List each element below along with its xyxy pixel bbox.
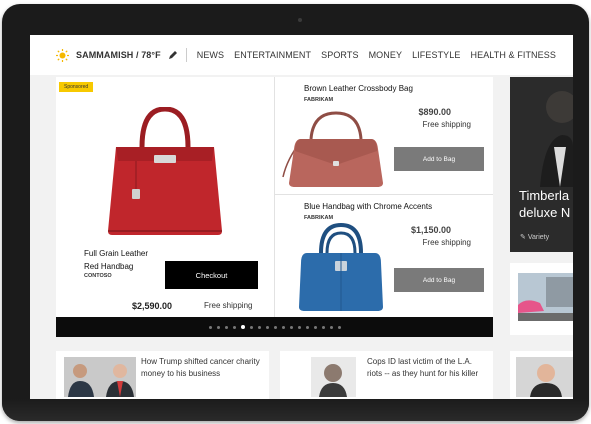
carousel-dot[interactable] — [257, 325, 261, 329]
product-card-brown-bag[interactable]: Brown Leather Crossbody Bag FABRIKAM $89… — [275, 77, 493, 195]
sun-weather-icon[interactable] — [56, 48, 69, 62]
brown-crossbody-bag-image[interactable] — [281, 109, 391, 191]
side-headline-line2: deluxe N — [519, 205, 571, 220]
carousel-dot[interactable] — [216, 325, 220, 329]
nav-sports[interactable]: SPORTS — [321, 50, 358, 60]
carousel-dot[interactable] — [313, 325, 317, 329]
news-headline[interactable]: Cops ID last victim of the L.A. riots --… — [367, 356, 489, 380]
news-card-partial[interactable] — [510, 351, 573, 399]
carousel-dot[interactable] — [305, 325, 309, 329]
product-shipping: Free shipping — [422, 238, 471, 247]
featured-product-title[interactable]: Full Grain Leather Red Handbag — [84, 247, 174, 273]
side-headline-line1: Timberla — [519, 188, 570, 203]
carousel-dot[interactable] — [232, 325, 236, 329]
nav-news[interactable]: NEWS — [197, 50, 224, 60]
source-pen-icon: ✎ — [520, 234, 526, 241]
nav-divider — [185, 48, 187, 62]
nav-lifestyle[interactable]: LIFESTYLE — [412, 50, 460, 60]
featured-title-line1: Full Grain Leather — [84, 249, 149, 258]
checkout-button[interactable]: Checkout — [165, 261, 258, 289]
top-navigation: SAMMAMISH / 78°F NEWS ENTERTAINMENT SPOR… — [30, 35, 573, 75]
news-photo — [311, 357, 356, 397]
browser-screen: SAMMAMISH / 78°F NEWS ENTERTAINMENT SPOR… — [30, 35, 573, 399]
product-price: $1,150.00 — [410, 225, 451, 235]
nav-health-fitness[interactable]: HEALTH & FITNESS — [471, 50, 556, 60]
front-camera — [298, 18, 302, 22]
product-list: Brown Leather Crossbody Bag FABRIKAM $89… — [275, 77, 493, 317]
carousel-dot[interactable] — [297, 325, 301, 329]
carousel-dot[interactable] — [329, 325, 333, 329]
product-brand: FABRIKAM — [304, 97, 334, 103]
carousel-dot[interactable] — [337, 325, 341, 329]
side-story-tile[interactable]: Timberla deluxe N ✎ Variety — [510, 77, 573, 252]
sponsored-product-carousel: Sponsored Full Grain Leather Red Handbag… — [56, 77, 493, 337]
product-title[interactable]: Brown Leather Crossbody Bag — [304, 84, 413, 93]
carousel-pager — [56, 317, 493, 337]
carousel-dot[interactable] — [273, 325, 277, 329]
news-photo — [516, 357, 573, 397]
add-to-bag-button[interactable]: Add to Bag — [394, 147, 484, 171]
carousel-dot[interactable] — [224, 325, 228, 329]
car-building-photo — [510, 263, 573, 335]
featured-product-card[interactable]: Sponsored Full Grain Leather Red Handbag… — [56, 77, 275, 317]
product-brand: FABRIKAM — [304, 215, 334, 221]
person-photo — [510, 77, 573, 187]
featured-title-line2: Red Handbag — [84, 262, 134, 271]
side-story-source-name: Variety — [527, 234, 550, 241]
featured-product-price: $2,590.00 — [132, 301, 173, 311]
nav-entertainment[interactable]: ENTERTAINMENT — [234, 50, 311, 60]
news-card[interactable]: Cops ID last victim of the L.A. riots --… — [280, 351, 493, 399]
red-handbag-image[interactable] — [102, 107, 228, 237]
add-to-bag-button[interactable]: Add to Bag — [394, 268, 484, 292]
location-weather[interactable]: SAMMAMISH / 78°F — [76, 50, 161, 60]
carousel-dot[interactable] — [249, 325, 253, 329]
side-story-source: ✎ Variety — [520, 233, 549, 241]
news-headline[interactable]: How Trump shifted cancer charity money t… — [141, 356, 266, 380]
carousel-dot[interactable] — [321, 325, 325, 329]
edit-pencil-icon[interactable] — [168, 50, 178, 60]
nav-money[interactable]: MONEY — [369, 50, 403, 60]
news-photo — [64, 357, 136, 397]
sponsored-badge: Sponsored — [59, 82, 94, 92]
product-shipping: Free shipping — [422, 120, 471, 129]
carousel-dot[interactable] — [240, 325, 245, 329]
carousel-dot[interactable] — [289, 325, 293, 329]
product-price: $890.00 — [418, 107, 451, 117]
featured-product-brand: CONTOSO — [84, 273, 112, 279]
blue-handbag-image[interactable] — [297, 223, 385, 313]
carousel-dot[interactable] — [281, 325, 285, 329]
news-card[interactable]: How Trump shifted cancer charity money t… — [56, 351, 269, 399]
carousel-dot[interactable] — [208, 325, 212, 329]
featured-product-shipping: Free shipping — [204, 301, 253, 310]
side-story-headline: Timberla deluxe N — [519, 187, 570, 221]
product-title[interactable]: Blue Handbag with Chrome Accents — [304, 202, 432, 211]
product-card-blue-bag[interactable]: Blue Handbag with Chrome Accents FABRIKA… — [275, 195, 493, 317]
side-story-thumbnail-tile[interactable] — [510, 263, 573, 335]
carousel-dot[interactable] — [265, 325, 269, 329]
